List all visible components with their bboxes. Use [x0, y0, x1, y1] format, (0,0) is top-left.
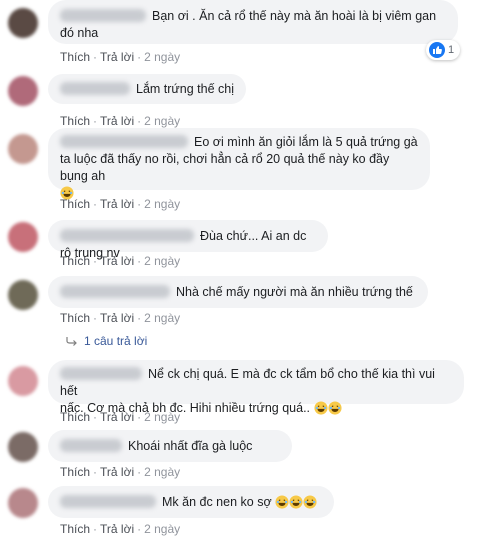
comment-actions: Thích · Trả lời · 2 ngày — [60, 311, 180, 325]
comment-bubble: Eo ơi mình ăn giỏi lắm là 5 quả trứng gà… — [48, 128, 430, 200]
avatar[interactable] — [8, 366, 38, 396]
like-link[interactable]: Thích — [60, 522, 90, 536]
separator: · — [137, 410, 142, 424]
avatar[interactable] — [8, 222, 38, 252]
comment-text: Khoái nhất đĩa gà luộc — [128, 439, 253, 453]
avatar[interactable] — [8, 280, 38, 310]
commenter-name[interactable] — [60, 439, 122, 452]
separator: · — [93, 465, 98, 479]
commenter-name[interactable] — [60, 495, 156, 508]
comment-bubble: Đùa chứ... Ai an dc rô trung nv — [48, 220, 328, 260]
separator: · — [93, 522, 98, 536]
reply-count-label[interactable]: 1 câu trả lời — [84, 334, 147, 348]
separator: · — [93, 311, 98, 325]
like-link[interactable]: Thích — [60, 114, 90, 128]
reply-link[interactable]: Trả lời — [100, 311, 134, 325]
avatar[interactable] — [8, 488, 38, 518]
like-link[interactable]: Thích — [60, 465, 90, 479]
reply-link[interactable]: Trả lời — [100, 114, 134, 128]
like-link[interactable]: Thích — [60, 410, 90, 424]
separator: · — [137, 254, 142, 268]
separator: · — [93, 410, 98, 424]
comment-actions: Thích · Trả lời · 2 ngày — [60, 50, 180, 64]
avatar[interactable] — [8, 76, 38, 106]
comment-text: Eo ơi mình ăn giỏi lắm là 5 quả trứng gà — [194, 135, 418, 149]
comment-text: đó nha — [60, 26, 99, 40]
comment-bubble: Lắm trứng thế chị — [48, 74, 246, 104]
comment-text: Bạn ơi . Ăn cả rổ thế này mà ăn hoài là … — [152, 9, 437, 23]
separator: · — [137, 114, 142, 128]
separator: · — [137, 522, 142, 536]
comment-actions: Thích · Trả lời · 2 ngày — [60, 114, 180, 128]
separator: · — [93, 254, 98, 268]
comment-actions: Thích · Trả lời · 2 ngày — [60, 197, 180, 211]
comment-bubble: Khoái nhất đĩa gà luộc — [48, 430, 292, 462]
avatar[interactable] — [8, 8, 38, 38]
laughing-emoji-icon — [313, 401, 328, 415]
timestamp[interactable]: 2 ngày — [144, 50, 180, 64]
reply-link[interactable]: Trả lời — [100, 410, 134, 424]
reply-arrow-icon — [66, 337, 77, 346]
like-link[interactable]: Thích — [60, 311, 90, 325]
timestamp[interactable]: 2 ngày — [144, 254, 180, 268]
separator: · — [137, 50, 142, 64]
timestamp[interactable]: 2 ngày — [144, 465, 180, 479]
laughing-emoji-icon — [275, 495, 289, 509]
comment-bubble: Nhà chế mấy người mà ăn nhiều trứng thế — [48, 276, 428, 308]
reply-link[interactable]: Trả lời — [100, 465, 134, 479]
view-replies-link[interactable]: 1 câu trả lời — [66, 334, 147, 348]
avatar[interactable] — [8, 134, 38, 164]
timestamp[interactable]: 2 ngày — [144, 311, 180, 325]
commenter-name[interactable] — [60, 367, 142, 380]
like-link[interactable]: Thích — [60, 197, 90, 211]
comment-text: ta luộc đã thấy no rồi, chơi hẳn cả rổ 2… — [60, 152, 390, 183]
commenter-name[interactable] — [60, 9, 146, 22]
commenter-name[interactable] — [60, 135, 188, 148]
timestamp[interactable]: 2 ngày — [144, 114, 180, 128]
comment-actions: Thích · Trả lời · 2 ngày — [60, 410, 180, 424]
laughing-emoji-icon — [303, 495, 317, 509]
commenter-name[interactable] — [60, 229, 194, 242]
comment-actions: Thích · Trả lời · 2 ngày — [60, 522, 180, 536]
like-link[interactable]: Thích — [60, 254, 90, 268]
reply-link[interactable]: Trả lời — [100, 522, 134, 536]
separator: · — [137, 197, 142, 211]
reply-link[interactable]: Trả lời — [100, 50, 134, 64]
reaction-count: 1 — [448, 44, 455, 56]
laughing-emoji-icon — [289, 495, 303, 509]
comment-bubble: Mk ăn đc nen ko sợ — [48, 486, 334, 518]
laughing-emoji-icon — [327, 401, 342, 415]
timestamp[interactable]: 2 ngày — [144, 410, 180, 424]
separator: · — [137, 465, 142, 479]
timestamp[interactable]: 2 ngày — [144, 522, 180, 536]
reply-link[interactable]: Trả lời — [100, 197, 134, 211]
commenter-name[interactable] — [60, 285, 170, 298]
separator: · — [93, 50, 98, 64]
comment-text: Nhà chế mấy người mà ăn nhiều trứng thế — [176, 285, 413, 299]
like-icon — [429, 42, 445, 58]
separator: · — [137, 311, 142, 325]
separator: · — [93, 197, 98, 211]
commenter-name[interactable] — [60, 82, 130, 95]
separator: · — [93, 114, 98, 128]
reaction-badge[interactable]: 1 — [426, 40, 461, 60]
like-link[interactable]: Thích — [60, 50, 90, 64]
timestamp[interactable]: 2 ngày — [144, 197, 180, 211]
avatar[interactable] — [8, 432, 38, 462]
comment-bubble: Bạn ơi . Ăn cả rổ thế này mà ăn hoài là … — [48, 0, 458, 44]
comment-bubble: Nể ck chị quá. E mà đc ck tẩm bổ cho thế… — [48, 360, 464, 415]
reply-link[interactable]: Trả lời — [100, 254, 134, 268]
comment-actions: Thích · Trả lời · 2 ngày — [60, 465, 180, 479]
comment-text: Lắm trứng thế chị — [136, 82, 234, 96]
comment-actions: Thích · Trả lời · 2 ngày — [60, 254, 180, 268]
comment-text: Mk ăn đc nen ko sợ — [162, 495, 272, 509]
